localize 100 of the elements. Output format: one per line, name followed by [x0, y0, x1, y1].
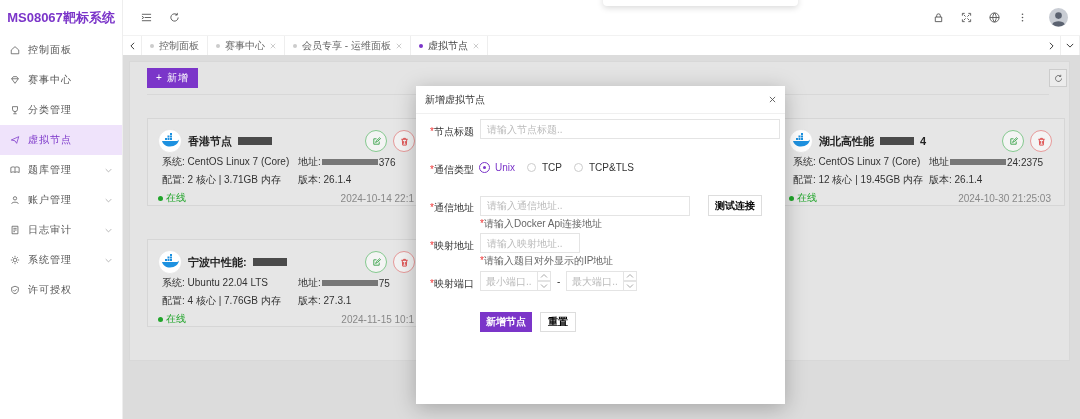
status-label: 在线 [789, 191, 817, 205]
status-label: 在线 [158, 191, 186, 205]
decrement-icon[interactable] [624, 281, 638, 291]
globe-icon[interactable] [989, 12, 1000, 23]
radio-option[interactable]: Unix [480, 157, 515, 177]
field-label: *节点标题 [429, 125, 474, 139]
field-label: *通信类型 [429, 163, 474, 177]
date-text: 2024-10-14 22:1 [340, 192, 415, 204]
address-label: 地址: [298, 155, 321, 169]
number-field[interactable]: 最大端口.. [566, 271, 625, 291]
input-field[interactable]: 请输入节点标题.. [480, 119, 780, 139]
redaction-mark [880, 137, 914, 145]
chevron-down-icon [105, 197, 112, 203]
decrement-icon[interactable] [538, 281, 551, 291]
sidebar-item[interactable]: 题库管理 [0, 155, 122, 185]
field-label: *映射端口 [429, 277, 474, 291]
close-icon[interactable] [769, 96, 776, 103]
sidebar-item[interactable]: 虚拟节点 [0, 125, 122, 155]
doc-icon [10, 225, 20, 235]
tab[interactable]: 控制面板 [142, 36, 208, 55]
app-logo: MS08067靶标系统 [6, 8, 116, 27]
increment-icon[interactable] [538, 271, 551, 281]
delete-button[interactable] [393, 130, 415, 152]
book-icon [10, 165, 20, 175]
node-title: 湖北高性能 [819, 133, 874, 149]
sidebar-item[interactable]: 控制面板 [0, 35, 122, 65]
home-icon [10, 45, 20, 55]
edit-icon [371, 257, 381, 267]
increment-icon[interactable] [624, 271, 638, 281]
address-label: 地址 [929, 155, 949, 169]
system-info: 系统: CentOS Linux 7 (Core) [793, 155, 922, 169]
gear-icon [10, 255, 20, 265]
refresh-icon[interactable] [169, 12, 180, 23]
status-label: 在线 [158, 312, 186, 326]
trash-icon [399, 136, 409, 146]
version-info: 版本: 26.1.4 [298, 173, 352, 187]
redaction-mark [252, 258, 287, 266]
whale-logo-icon [158, 250, 182, 274]
avatar-icon[interactable] [1049, 8, 1068, 27]
field-label: *通信地址 [429, 201, 474, 215]
tab[interactable]: 赛事中心 [208, 36, 285, 55]
version-info: 版本: 27.3.1 [298, 294, 352, 308]
sidebar-item[interactable]: 分类管理 [0, 95, 122, 125]
test-connection-button[interactable]: 测试连接 [708, 195, 762, 216]
edit-button[interactable] [365, 251, 387, 273]
system-info: 系统: Ubuntu 22.04 LTS [162, 276, 269, 290]
sidebar-item[interactable]: 日志审计 [0, 215, 122, 245]
lock-icon[interactable] [933, 12, 944, 23]
address-tail: 75 [378, 277, 390, 289]
tab[interactable]: 会员专享 - 运维面板 [285, 36, 411, 55]
edit-button[interactable] [1002, 130, 1024, 152]
node-title: 香港节点 [188, 133, 232, 149]
node-title: 宁波中性能: [188, 254, 247, 270]
chevron-down-icon [1066, 43, 1074, 48]
config-info: 配置: 4 核心 | 7.76GB 内存 [162, 294, 282, 308]
radio-option[interactable]: TCP [527, 157, 562, 177]
date-text: 2024-11-15 10:1 [341, 313, 415, 325]
fullscreen-icon[interactable] [961, 12, 972, 23]
delete-button[interactable] [1030, 130, 1052, 152]
node-title-tail: 4 [920, 135, 927, 147]
refresh-button[interactable] [1049, 69, 1067, 87]
delete-button[interactable] [393, 251, 415, 273]
user-icon [10, 195, 20, 205]
edit-button[interactable] [365, 130, 387, 152]
redaction-mark [321, 159, 378, 165]
tab[interactable]: 虚拟节点 [410, 36, 488, 55]
submit-button[interactable]: 新增节点 [480, 312, 532, 332]
edit-icon [371, 136, 381, 146]
redaction-mark [238, 137, 272, 145]
chevron-down-icon [105, 227, 112, 233]
sidebar-item[interactable]: 赛事中心 [0, 65, 122, 95]
sidebar-item[interactable]: 账户管理 [0, 185, 122, 215]
trophy-icon [10, 105, 20, 115]
range-separator: - [557, 275, 561, 287]
chevron-right-icon [1048, 41, 1054, 50]
reset-button[interactable]: 重置 [540, 312, 576, 332]
config-info: 配置: 12 核心 | 19.45GB 内存 [793, 173, 924, 187]
config-info: 配置: 2 核心 | 3.71GB 内存 [162, 173, 282, 187]
sidebar-item[interactable]: 许可授权 [0, 275, 122, 305]
address-tail: 24:2375 [1007, 156, 1044, 168]
sidebar-item[interactable]: 系统管理 [0, 245, 122, 275]
add-button[interactable]: + 新增 [147, 68, 198, 88]
gem-icon [10, 75, 20, 85]
whale-logo-icon [789, 129, 813, 153]
chevron-down-icon [105, 257, 112, 263]
date-text: 2024-10-30 21:25:03 [958, 192, 1052, 204]
refresh-icon [1053, 73, 1063, 83]
number-field[interactable]: 最小端口.. [480, 271, 538, 291]
send-icon [10, 135, 20, 145]
menu-icon[interactable] [141, 12, 152, 23]
chevron-down-icon [105, 167, 112, 173]
address-label: 地址: [298, 276, 321, 290]
radio-option[interactable]: TCP&TLS [574, 157, 635, 177]
address-tail: 376 [378, 156, 396, 168]
field-hint: *请输入题目对外显示的IP地址 [480, 254, 615, 268]
redaction-mark [950, 159, 1006, 165]
chevron-left-icon [129, 41, 135, 50]
trash-icon [399, 257, 409, 267]
field-hint: *请输入Docker Api连接地址 [480, 217, 604, 231]
dialog-title: 新增虚拟节点 [425, 92, 485, 107]
